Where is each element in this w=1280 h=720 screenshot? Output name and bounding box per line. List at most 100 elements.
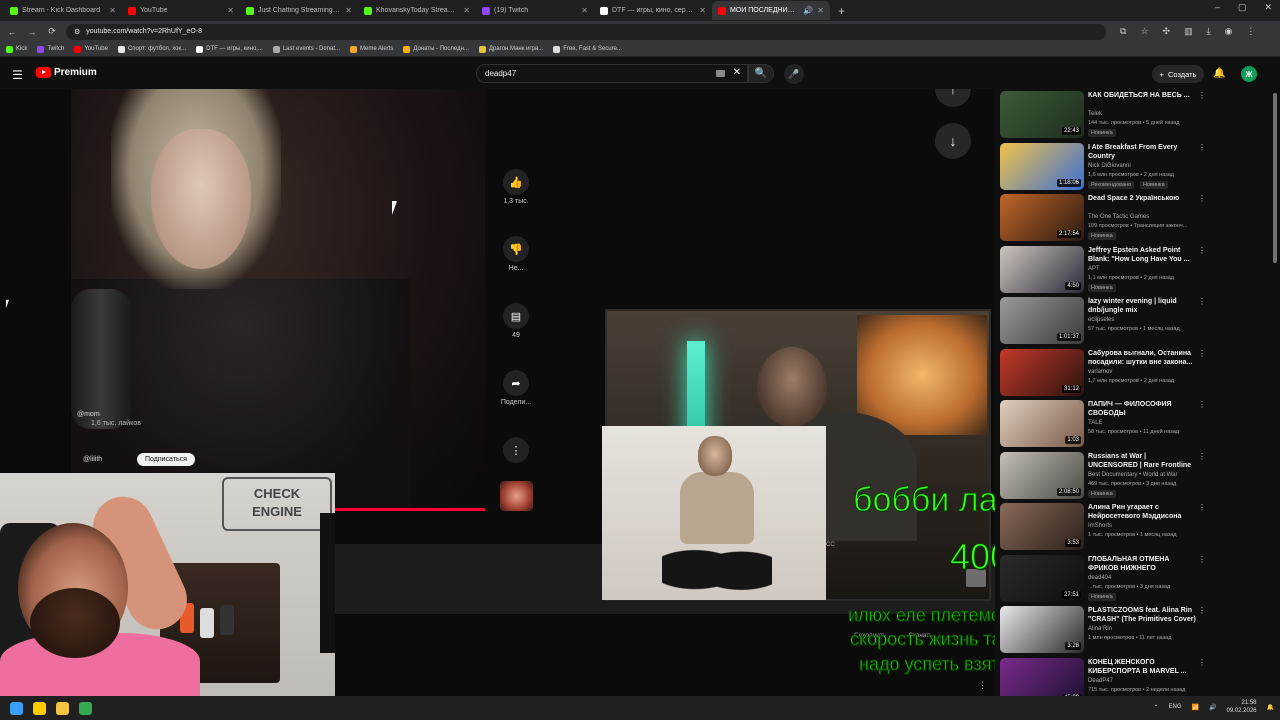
file-explorer-icon[interactable] bbox=[56, 701, 69, 715]
extensions-icon[interactable]: ✣ bbox=[1163, 26, 1171, 37]
video-menu-icon[interactable]: ⋮ bbox=[1198, 349, 1206, 358]
recommendation-item[interactable]: 2:08:50 Russians at War | UNCENSORED | Ra… bbox=[1000, 451, 1274, 502]
shorts-channel-handle[interactable]: @mom bbox=[77, 411, 100, 418]
keyboard-icon[interactable] bbox=[716, 70, 725, 77]
recommendation-item[interactable]: 1:18:06 I Ate Breakfast From Every Countr… bbox=[1000, 142, 1274, 193]
bookmark[interactable]: Twitch bbox=[37, 45, 64, 53]
close-tab-icon[interactable]: ✕ bbox=[345, 6, 352, 15]
video-menu-icon[interactable]: ⋮ bbox=[1198, 246, 1206, 255]
close-tab-icon[interactable]: ✕ bbox=[817, 6, 824, 15]
video-title[interactable]: КОНЕЦ ЖЕНСКОГО КИБЕРСПОРТА В MARVEL ... bbox=[1088, 658, 1196, 676]
close-tab-icon[interactable]: ✕ bbox=[463, 6, 470, 15]
shorts-author[interactable]: @lilith bbox=[83, 456, 102, 463]
bookmark-star-icon[interactable]: ☆ bbox=[1140, 26, 1148, 37]
subscribe-button[interactable]: Подписаться bbox=[137, 453, 195, 466]
forward-icon[interactable]: → bbox=[26, 27, 38, 37]
search-input[interactable]: deadp47 ✕ bbox=[476, 64, 748, 83]
minimize-icon[interactable]: – bbox=[1215, 2, 1220, 13]
recommendation-item[interactable]: 4:50 Jeffrey Epstein Asked Point Blank: "… bbox=[1000, 245, 1274, 296]
hamburger-menu-icon[interactable]: ☰ bbox=[12, 68, 23, 82]
yandex-browser-icon[interactable] bbox=[33, 701, 46, 715]
site-info-icon[interactable]: ⚙ bbox=[74, 28, 80, 36]
close-tab-icon[interactable]: ✕ bbox=[227, 6, 234, 15]
bookmark[interactable]: Last events - Donat... bbox=[272, 45, 340, 53]
browser-tab[interactable]: KhovanskyToday Stream - Watc ✕ bbox=[358, 1, 476, 20]
close-tab-icon[interactable]: ✕ bbox=[109, 6, 116, 15]
channel-name[interactable]: APT bbox=[1088, 266, 1100, 272]
browser-tab-active[interactable]: МОЙ ПОСЛЕДНИЙ КОНЦ 🔊 ✕ bbox=[712, 1, 830, 20]
voice-search-button[interactable]: 🎤 bbox=[784, 64, 804, 84]
video-thumbnail[interactable]: 27:51 bbox=[1000, 554, 1084, 602]
more-icon[interactable]: ⋮ bbox=[503, 437, 529, 463]
video-title[interactable]: Dead Space 2 Українською bbox=[1088, 194, 1196, 203]
reload-icon[interactable]: ⟳ bbox=[46, 26, 58, 37]
recommendation-item[interactable]: 27:51 ГЛОБАЛЬНАЯ ОТМЕНА ФРИКОВ НИЖНЕГО ИН… bbox=[1000, 554, 1274, 605]
bookmark[interactable]: YouTube bbox=[74, 45, 108, 53]
windows-start-icon[interactable] bbox=[10, 701, 23, 715]
more-action[interactable]: ⋮ bbox=[490, 437, 542, 463]
close-tab-icon[interactable]: ✕ bbox=[581, 6, 588, 15]
recommendation-item[interactable]: 1:03 ПАПИЧ — ФИЛОСОФИЯ СВОБОДЫ TALE 58 тыс.… bbox=[1000, 400, 1274, 450]
like-icon[interactable]: 👍 bbox=[503, 169, 529, 195]
video-menu-icon[interactable]: ⋮ bbox=[1198, 194, 1206, 203]
previous-short-arrow-icon[interactable]: ↑ bbox=[935, 89, 971, 107]
recommendation-item[interactable]: 22:43 КАК ОБИДЕТЬСЯ НА ВЕСЬ ... Telek 144 т… bbox=[1000, 91, 1274, 141]
video-title[interactable]: Сабурова выгнали, Останина посадили: шут… bbox=[1088, 349, 1196, 367]
video-thumbnail[interactable]: 22:43 bbox=[1000, 91, 1084, 138]
browser-tab[interactable]: Just Chatting Streaming - Live S ✕ bbox=[240, 1, 358, 20]
strip-more-icon[interactable]: ⋮ bbox=[978, 680, 987, 691]
video-menu-icon[interactable]: ⋮ bbox=[1198, 91, 1206, 100]
clock[interactable]: 21:58 09.02.2026 bbox=[1226, 699, 1256, 715]
close-tab-icon[interactable]: ✕ bbox=[699, 6, 706, 15]
bookmark[interactable]: Драгон Манк игра... bbox=[478, 45, 543, 53]
like-action[interactable]: 👍 1,3 тыс. bbox=[490, 169, 542, 205]
captions-label[interactable]: CC bbox=[826, 542, 835, 548]
bookmark[interactable]: Free, Fast & Secure... bbox=[553, 45, 622, 53]
video-title[interactable]: ПАПИЧ — ФИЛОСОФИЯ СВОБОДЫ bbox=[1088, 400, 1196, 418]
recommendation-item[interactable]: 2:17:54 Dead Space 2 Українською The One T… bbox=[1000, 194, 1274, 244]
channel-name[interactable]: varlamov bbox=[1088, 369, 1112, 375]
url-field[interactable]: ⚙ youtube.com/watch?v=2RhUfY_eO-8 bbox=[66, 23, 1106, 40]
bookmark[interactable]: Донаты - Последн... bbox=[403, 45, 469, 53]
share-icon[interactable]: ➦ bbox=[503, 370, 529, 396]
maximize-icon[interactable]: ▢ bbox=[1238, 2, 1247, 13]
browser-tab[interactable]: Stream - Kick Dashboard ✕ bbox=[4, 1, 122, 20]
shorts-video-player[interactable]: @mom 1,6 тыс. лайков @lilith Подписаться bbox=[71, 89, 485, 509]
cast-icon[interactable]: ⧉ bbox=[1120, 26, 1126, 37]
bookmark[interactable]: Meme Alerts bbox=[350, 45, 393, 53]
account-avatar[interactable]: Ж bbox=[1241, 66, 1257, 82]
video-thumbnail[interactable]: 1:01:37 bbox=[1000, 297, 1084, 344]
channel-name[interactable]: dead404 bbox=[1088, 575, 1111, 581]
browser-menu-icon[interactable]: ⋮ bbox=[1246, 26, 1255, 37]
video-thumbnail[interactable]: 2:08:50 bbox=[1000, 451, 1084, 499]
channel-name[interactable]: The One Tactic Games bbox=[1088, 214, 1149, 220]
video-menu-icon[interactable]: ⋮ bbox=[1198, 400, 1206, 409]
video-thumbnail[interactable]: 4:50 bbox=[1000, 245, 1084, 293]
channel-name[interactable]: Best Documentary • World at War bbox=[1088, 472, 1177, 478]
recommendation-item[interactable]: 3:53 Алина Рин угарает с Нейросетевого Мэ… bbox=[1000, 503, 1274, 553]
channel-name[interactable]: eclipseles bbox=[1088, 317, 1114, 323]
recommendation-item[interactable]: 1:01:37 lazy winter evening | liquid dnb/… bbox=[1000, 297, 1274, 347]
clear-search-icon[interactable]: ✕ bbox=[733, 67, 741, 78]
youtube-logo[interactable]: Premium bbox=[36, 67, 97, 78]
bookmark[interactable]: DTF — игры, кино,... bbox=[196, 45, 263, 53]
video-thumbnail[interactable]: 2:17:54 bbox=[1000, 194, 1084, 241]
video-title[interactable]: I Ate Breakfast From Every Country bbox=[1088, 143, 1196, 161]
back-icon[interactable]: ← bbox=[6, 27, 18, 37]
video-thumbnail[interactable]: 3:53 bbox=[1000, 503, 1084, 550]
speaker-icon[interactable]: 🔊 bbox=[803, 6, 813, 15]
network-icon[interactable]: 📶 bbox=[1192, 704, 1199, 711]
video-title[interactable]: Алина Рин угарает с Нейросетевого Мэддис… bbox=[1088, 503, 1196, 521]
recommendation-item[interactable]: 45:09КОНЕЦ ЖЕНСКОГО КИБЕРСПОРТА В MARVEL… bbox=[1000, 657, 1274, 696]
video-title[interactable]: Russians at War | UNCENSORED | Rare Fron… bbox=[1088, 452, 1196, 470]
browser-tab[interactable]: (19) Twitch ✕ bbox=[476, 1, 594, 20]
profile-icon[interactable]: ◉ bbox=[1225, 26, 1233, 37]
new-tab-button[interactable]: + bbox=[838, 4, 845, 18]
video-thumbnail[interactable]: 45:09 bbox=[1000, 657, 1084, 696]
video-title[interactable]: ГЛОБАЛЬНАЯ ОТМЕНА ФРИКОВ НИЖНЕГО ИНТЕРНЕ… bbox=[1088, 555, 1196, 573]
search-button[interactable]: 🔍 bbox=[748, 64, 774, 83]
recommendation-item[interactable]: 3:28 PLASTICZOOMS feat. Alina Rin "CRASH"… bbox=[1000, 606, 1274, 656]
share-action[interactable]: ➦ Подели... bbox=[490, 370, 542, 406]
sound-thumbnail[interactable] bbox=[500, 481, 533, 511]
keyboard-language[interactable]: ENG bbox=[1169, 704, 1182, 710]
